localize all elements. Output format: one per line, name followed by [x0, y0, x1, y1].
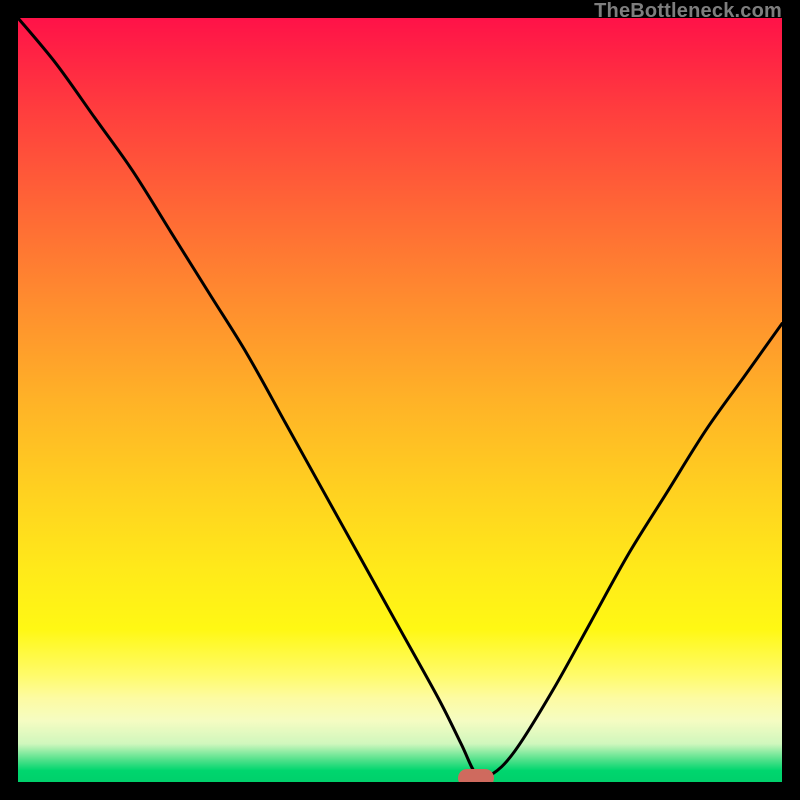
chart-frame: TheBottleneck.com: [0, 0, 800, 800]
optimal-point-marker: [458, 769, 494, 782]
bottleneck-curve: [18, 18, 782, 782]
plot-area: [18, 18, 782, 782]
